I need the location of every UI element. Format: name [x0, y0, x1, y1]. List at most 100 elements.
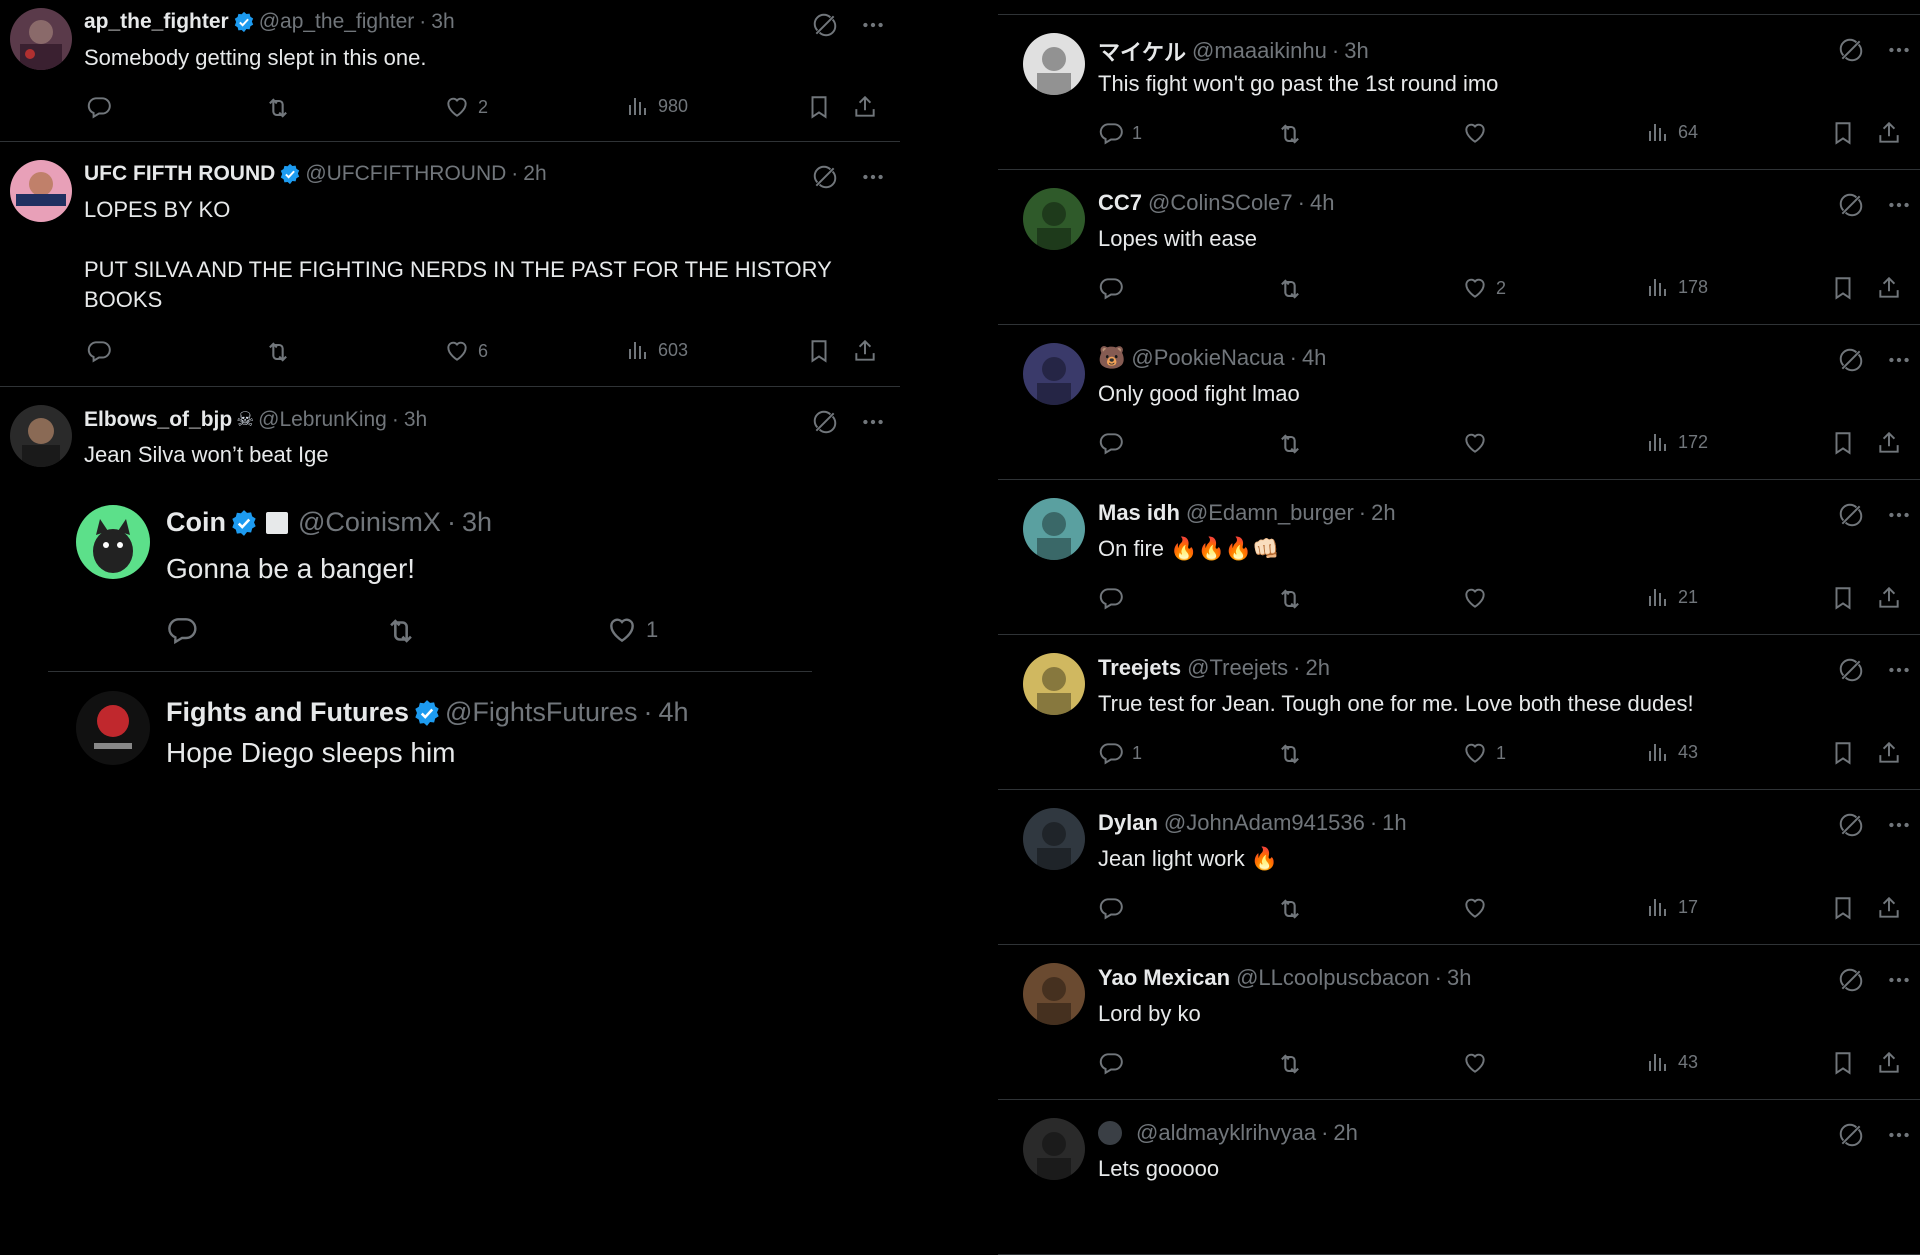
grok-icon[interactable]: [1838, 192, 1864, 218]
views-button[interactable]: 17: [1646, 895, 1698, 919]
display-name[interactable]: Yao Mexican: [1098, 965, 1230, 991]
tweet-ap-the-fighter[interactable]: ap_the_fighter @ap_the_fighter · 3h Some…: [0, 0, 900, 142]
share-button[interactable]: [1876, 275, 1902, 301]
retweet-button[interactable]: [1276, 120, 1304, 148]
display-name[interactable]: Fights and Futures: [166, 697, 409, 728]
handle[interactable]: @ap_the_fighter: [259, 10, 415, 34]
avatar[interactable]: [1023, 343, 1085, 405]
avatar[interactable]: [76, 691, 150, 765]
grok-icon[interactable]: [812, 12, 838, 38]
timestamp[interactable]: 2h: [1333, 1120, 1357, 1146]
grok-icon[interactable]: [1838, 502, 1864, 528]
retweet-button[interactable]: [1276, 275, 1304, 303]
timestamp[interactable]: 2h: [1306, 655, 1330, 681]
grok-icon[interactable]: [812, 409, 838, 435]
share-button[interactable]: [852, 338, 878, 364]
reply-button[interactable]: [1098, 430, 1132, 456]
tweet[interactable]: Dylan @JohnAdam941536 · 1h Jean light wo…: [998, 790, 1920, 945]
like-button[interactable]: 1: [1462, 740, 1506, 766]
more-icon[interactable]: [860, 409, 886, 435]
avatar[interactable]: [10, 8, 72, 70]
retweet-button[interactable]: [384, 614, 418, 648]
avatar[interactable]: [1023, 1118, 1085, 1180]
display-name[interactable]: Dylan: [1098, 810, 1158, 836]
timestamp[interactable]: 3h: [431, 10, 454, 34]
reply-button[interactable]: [1098, 585, 1132, 611]
retweet-button[interactable]: [1276, 895, 1304, 923]
display-name[interactable]: Treejets: [1098, 655, 1181, 681]
grok-icon[interactable]: [1838, 37, 1864, 63]
views-button[interactable]: 43: [1646, 1050, 1698, 1074]
retweet-button[interactable]: [1276, 430, 1304, 458]
more-icon[interactable]: [1886, 657, 1912, 683]
bookmark-button[interactable]: [1830, 740, 1856, 766]
more-icon[interactable]: [860, 164, 886, 190]
views-button[interactable]: 172: [1646, 430, 1708, 454]
handle[interactable]: @aldmayklrihvyaa: [1136, 1120, 1316, 1146]
bookmark-button[interactable]: [1830, 585, 1856, 611]
views-button[interactable]: 178: [1646, 275, 1708, 299]
display-name[interactable]: Elbows_of_bjp: [84, 408, 232, 432]
handle[interactable]: @JohnAdam941536: [1164, 810, 1365, 836]
share-button[interactable]: [1876, 585, 1902, 611]
tweet-ufc-fifth-round[interactable]: UFC FIFTH ROUND @UFCFIFTHROUND · 2h LOPE…: [0, 142, 900, 387]
bookmark-button[interactable]: [1830, 895, 1856, 921]
bookmark-button[interactable]: [806, 94, 832, 120]
more-icon[interactable]: [1886, 37, 1912, 63]
handle[interactable]: @Treejets: [1187, 655, 1288, 681]
avatar[interactable]: [1023, 653, 1085, 715]
views-button[interactable]: 603: [626, 338, 688, 362]
retweet-button[interactable]: [1276, 740, 1304, 768]
avatar[interactable]: [10, 160, 72, 222]
tweet[interactable]: @aldmayklrihvyaa · 2h Lets gooooo: [998, 1100, 1920, 1255]
avatar[interactable]: [1023, 963, 1085, 1025]
timestamp[interactable]: 3h: [1344, 38, 1368, 64]
more-icon[interactable]: [860, 12, 886, 38]
timestamp[interactable]: 2h: [523, 162, 546, 186]
like-button[interactable]: [1462, 430, 1496, 456]
display-name[interactable]: Coin: [166, 507, 226, 538]
retweet-button[interactable]: [1276, 585, 1304, 613]
avatar[interactable]: [1023, 498, 1085, 560]
handle[interactable]: @Edamn_burger: [1186, 500, 1354, 526]
grok-icon[interactable]: [1838, 347, 1864, 373]
grok-icon[interactable]: [1838, 967, 1864, 993]
handle[interactable]: @LebrunKing: [258, 408, 387, 432]
bookmark-button[interactable]: [1830, 430, 1856, 456]
more-icon[interactable]: [1886, 967, 1912, 993]
reply-button[interactable]: [1098, 275, 1132, 301]
tweet[interactable]: CC7 @ColinSCole7 · 4h Lopes with ease 2 …: [998, 170, 1920, 325]
display-name[interactable]: Mas idh: [1098, 500, 1180, 526]
retweet-button[interactable]: [264, 338, 292, 366]
display-name[interactable]: UFC FIFTH ROUND: [84, 162, 275, 186]
views-button[interactable]: 980: [626, 94, 688, 118]
reply-button[interactable]: 1: [1098, 740, 1142, 766]
handle[interactable]: @CoinismX: [298, 507, 441, 538]
more-icon[interactable]: [1886, 347, 1912, 373]
bookmark-button[interactable]: [1830, 120, 1856, 146]
like-button[interactable]: [1462, 895, 1496, 921]
timestamp[interactable]: 4h: [1310, 190, 1334, 216]
tweet[interactable]: Yao Mexican @LLcoolpuscbacon · 3h Lord b…: [998, 945, 1920, 1100]
handle[interactable]: @maaaikinhu: [1192, 38, 1327, 64]
grok-icon[interactable]: [1838, 812, 1864, 838]
more-icon[interactable]: [1886, 1122, 1912, 1148]
handle[interactable]: @FightsFutures: [445, 697, 637, 728]
reply-button[interactable]: 1: [1098, 120, 1142, 146]
share-button[interactable]: [1876, 740, 1902, 766]
like-button[interactable]: [1462, 1050, 1496, 1076]
timestamp[interactable]: 3h: [462, 507, 492, 538]
avatar[interactable]: [1023, 33, 1085, 95]
handle[interactable]: @ColinSCole7: [1148, 190, 1293, 216]
bookmark-button[interactable]: [806, 338, 832, 364]
share-button[interactable]: [1876, 895, 1902, 921]
timestamp[interactable]: 4h: [1302, 345, 1326, 371]
handle[interactable]: @UFCFIFTHROUND: [305, 162, 506, 186]
reply-button[interactable]: [86, 338, 120, 364]
retweet-button[interactable]: [264, 94, 292, 122]
avatar[interactable]: [1023, 188, 1085, 250]
like-button[interactable]: 1: [606, 614, 658, 646]
grok-icon[interactable]: [812, 164, 838, 190]
avatar[interactable]: [1023, 808, 1085, 870]
timestamp[interactable]: 2h: [1371, 500, 1395, 526]
